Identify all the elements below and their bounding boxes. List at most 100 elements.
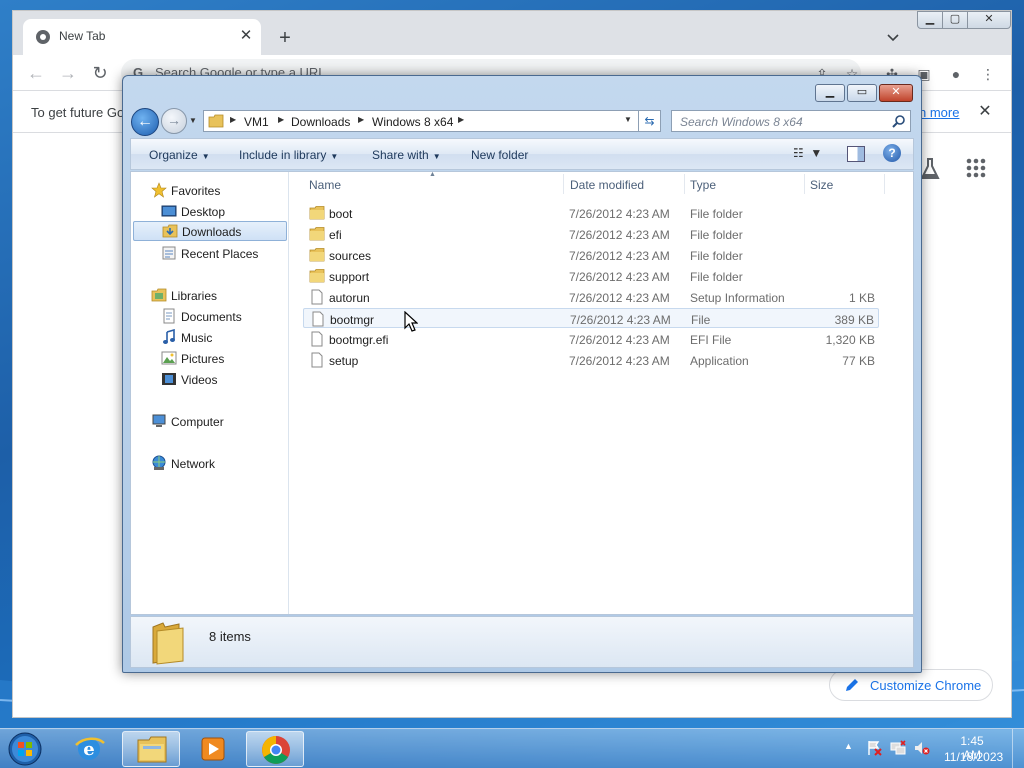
start-orb-icon[interactable] [6, 731, 44, 767]
breadcrumb-arrow-icon[interactable]: ▶ [230, 115, 236, 124]
chrome-favicon-icon [36, 30, 50, 44]
nav-libraries[interactable]: Libraries [131, 285, 289, 305]
sort-ascending-icon: ▲ [429, 171, 436, 178]
nav-favorites[interactable]: Favorites [131, 180, 289, 200]
music-icon [163, 329, 175, 344]
dropdown-arrow-icon: ▼ [432, 152, 441, 161]
chrome-forward-icon[interactable]: → [57, 63, 79, 85]
organize-menu[interactable]: Organize ▼ [149, 148, 210, 162]
explorer-minimize-button[interactable]: ▁ [815, 84, 845, 102]
nav-downloads[interactable]: Downloads [133, 221, 287, 241]
taskbar-google-chrome[interactable] [246, 731, 304, 767]
chrome-back-icon[interactable]: ← [25, 63, 47, 85]
explorer-close-button[interactable]: ✕ [879, 84, 913, 102]
nav-computer[interactable]: Computer [131, 411, 289, 431]
taskbar-windows-explorer[interactable] [122, 731, 180, 767]
file-name: setup [329, 354, 359, 368]
explorer-back-button[interactable]: ← [131, 108, 159, 136]
column-header-date-modified[interactable]: Date modified [570, 178, 644, 192]
file-row[interactable]: autorun 7/26/2012 4:23 AM Setup Informat… [303, 287, 879, 307]
clock-date[interactable]: 11/18/2023 [944, 750, 1003, 764]
breadcrumb-arrow-icon[interactable]: ▶ [278, 115, 284, 124]
network-tray-icon[interactable] [890, 740, 906, 756]
file-type: File folder [690, 207, 743, 221]
infobar-learn-more-link[interactable]: n more [919, 105, 959, 120]
infobar-text: To get future Go [31, 105, 125, 120]
breadcrumb-arrow-icon[interactable]: ▶ [458, 115, 464, 124]
column-header-type[interactable]: Type [690, 178, 716, 192]
chrome-tab-search-icon[interactable] [883, 27, 903, 47]
nav-label: Music [181, 331, 213, 345]
chrome-new-tab-button[interactable]: + [273, 27, 297, 51]
help-icon[interactable]: ? [883, 144, 901, 162]
file-size: 1 KB [848, 291, 875, 305]
file-icon [311, 352, 323, 368]
explorer-forward-button[interactable]: → [161, 108, 187, 134]
include-in-library-menu[interactable]: Include in library ▼ [239, 148, 338, 162]
show-desktop-button[interactable] [1012, 729, 1024, 768]
volume-muted-icon[interactable] [914, 740, 930, 756]
explorer-maximize-button[interactable]: ▭ [847, 84, 877, 102]
new-folder-button[interactable]: New folder [471, 148, 528, 162]
file-type: File folder [690, 270, 743, 284]
search-icon[interactable] [892, 114, 906, 128]
nav-music[interactable]: Music [131, 327, 289, 347]
chrome-tab-close-icon[interactable]: ✕ [237, 27, 255, 45]
breadcrumb-item[interactable]: Windows 8 x64 [372, 115, 453, 129]
nav-videos[interactable]: Videos [131, 369, 289, 389]
nav-label: Favorites [171, 184, 221, 198]
breadcrumb-arrow-icon[interactable]: ▶ [358, 115, 364, 124]
file-row[interactable]: bootmgr 7/26/2012 4:23 AM File 389 KB [303, 308, 879, 328]
file-row[interactable]: efi 7/26/2012 4:23 AM File folder [303, 224, 879, 244]
column-divider[interactable] [884, 174, 885, 194]
action-center-flag-icon[interactable] [866, 740, 882, 756]
file-size: 77 KB [842, 354, 875, 368]
file-row[interactable]: setup 7/26/2012 4:23 AM Application 77 K… [303, 350, 879, 370]
refresh-button[interactable]: ⇆ [639, 110, 661, 132]
file-row[interactable]: support 7/26/2012 4:23 AM File folder [303, 266, 879, 286]
nav-network[interactable]: Network [131, 453, 289, 473]
file-date: 7/26/2012 4:23 AM [569, 333, 670, 347]
search-box[interactable]: Search Windows 8 x64 [671, 110, 911, 132]
chrome-reload-icon[interactable]: ↻ [89, 63, 111, 85]
infobar-close-icon[interactable]: ✕ [975, 101, 995, 121]
profile-avatar-icon[interactable]: ● [947, 65, 965, 83]
videos-icon [162, 373, 176, 385]
nav-pictures[interactable]: Pictures [131, 348, 289, 368]
chrome-minimize-button[interactable]: ▁ [917, 11, 943, 29]
chrome-menu-icon[interactable]: ⋮ [979, 65, 997, 83]
chrome-close-button[interactable]: ✕ [967, 11, 1011, 29]
google-apps-grid-icon[interactable] [965, 157, 987, 179]
address-dropdown-icon[interactable]: ▼ [624, 115, 632, 124]
pictures-icon [161, 351, 177, 365]
breadcrumb-item[interactable]: Downloads [291, 115, 350, 129]
preview-pane-icon[interactable] [847, 146, 865, 162]
breadcrumb-item[interactable]: VM1 [244, 115, 269, 129]
change-view-icon[interactable]: ☷ ▼ [793, 146, 829, 164]
share-with-menu[interactable]: Share with ▼ [372, 148, 441, 162]
nav-desktop[interactable]: Desktop [131, 201, 289, 221]
address-bar[interactable]: ▶ VM1 ▶ Downloads ▶ Windows 8 x64 ▶ ▼ [203, 110, 639, 132]
file-row[interactable]: bootmgr.efi 7/26/2012 4:23 AM EFI File 1… [303, 329, 879, 349]
chrome-tab-new-tab[interactable]: New Tab ✕ [23, 19, 261, 55]
nav-recent-places[interactable]: Recent Places [131, 243, 289, 263]
show-hidden-icons-icon[interactable]: ▲ [844, 741, 853, 751]
taskbar-media-player[interactable] [184, 731, 242, 767]
file-row[interactable]: boot 7/26/2012 4:23 AM File folder [303, 203, 879, 223]
customize-chrome-button[interactable]: Customize Chrome [829, 669, 993, 701]
column-divider[interactable] [563, 174, 564, 194]
nav-documents[interactable]: Documents [131, 306, 289, 326]
chrome-maximize-button[interactable]: ▢ [942, 11, 968, 29]
nav-label: Downloads [182, 225, 242, 239]
file-name: autorun [329, 291, 370, 305]
recent-pages-dropdown-icon[interactable]: ▼ [189, 116, 199, 126]
column-divider[interactable] [684, 174, 685, 194]
column-header-name[interactable]: Name [309, 178, 341, 192]
taskbar-internet-explorer[interactable]: e [60, 731, 118, 767]
file-row[interactable]: sources 7/26/2012 4:23 AM File folder [303, 245, 879, 265]
file-type: EFI File [690, 333, 732, 347]
column-header-size[interactable]: Size [810, 178, 833, 192]
column-divider[interactable] [804, 174, 805, 194]
file-type: File [691, 313, 711, 327]
chrome-labs-flask-icon[interactable] [919, 157, 941, 181]
